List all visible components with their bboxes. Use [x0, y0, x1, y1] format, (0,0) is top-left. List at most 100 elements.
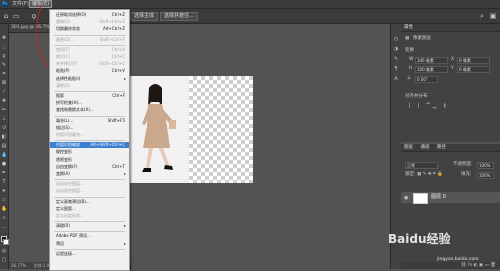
gradient-icon[interactable]: ▤	[1, 143, 7, 149]
menu-item[interactable]: 还原取消选择(O) Ctrl+Z	[50, 12, 129, 18]
layers-footer-icons[interactable]: ⛓ fx ◐ ▣ ▭ 🗑	[401, 262, 500, 269]
menu-item[interactable]: 查找和替换文本(X)...	[50, 107, 129, 113]
menu-item[interactable]: 选择性粘贴(I) ▸	[50, 76, 129, 82]
type-icon[interactable]: T	[1, 179, 7, 185]
layer-row[interactable]: ◉ 图层 0	[401, 192, 500, 204]
tab-paths[interactable]: 路径	[437, 145, 446, 150]
move-tool-icon[interactable]: ✥	[1, 35, 7, 41]
menu-item[interactable]: 剪切(T) Ctrl+X	[50, 47, 129, 53]
layer-type-icon: ▦	[405, 36, 410, 41]
menu-item[interactable]: 拷贝(C) Ctrl+C	[50, 54, 129, 60]
zoom-icon[interactable]: ⌕	[1, 215, 7, 221]
menu-item-label: 描边(S)...	[56, 124, 74, 130]
quick-select-icon[interactable]: ✎	[1, 62, 7, 68]
crop-icon[interactable]: ⌗	[1, 71, 7, 77]
menu-item[interactable]: 定义图案...	[50, 206, 129, 212]
menu-item[interactable]: 合并拷贝(Y) Shift+Ctrl+C	[50, 61, 129, 67]
blend-mode-select[interactable]: 正常	[405, 162, 438, 169]
menu-item-label: 自由变换(F)	[56, 163, 78, 169]
paragraph-panel-icon[interactable]: ¶	[393, 66, 399, 72]
menu-item[interactable]: 描边(S)...	[50, 125, 129, 131]
opacity-field[interactable]: 100%	[477, 162, 494, 169]
lock-label: 锁定:	[405, 172, 416, 177]
fill-label: 填充:	[461, 172, 472, 177]
menu-item[interactable]: 透视变形	[50, 157, 129, 163]
clone-stamp-icon[interactable]: ⊥	[1, 116, 7, 122]
brush-panel-icon[interactable]: ✎	[393, 56, 399, 62]
menu-item[interactable]: 内容识别填充...	[50, 132, 129, 138]
menu-item[interactable]: 搜索 Ctrl+F	[50, 93, 129, 99]
menu-item[interactable]: 自动对齐图层...	[50, 181, 129, 187]
character-panel-icon[interactable]: A	[393, 76, 399, 82]
menu-item[interactable]: 清除(E)	[50, 83, 129, 89]
home-icon[interactable]: ⌂	[2, 12, 10, 20]
menu-item[interactable]: 自由变换(F) Ctrl+T	[50, 164, 129, 170]
quick-mask-icon[interactable]: ◎	[1, 248, 7, 254]
menu-item[interactable]: 定义画笔预设(B)...	[50, 199, 129, 205]
dodge-icon[interactable]: ●	[1, 161, 7, 167]
menu-item-label: 粘贴(P)	[56, 68, 70, 74]
zoom-level[interactable]: 26.77%	[11, 263, 26, 268]
menu-item[interactable]: Adobe PDF 预设...	[50, 233, 129, 239]
menu-item[interactable]: 内容识别缩放 Alt+Shift+Ctrl+C	[50, 142, 129, 149]
menu-item-label: 搜索	[56, 93, 64, 98]
properties-title[interactable]: 属性	[401, 24, 500, 32]
properties-panel: 属性 ▦ 像素图层 变换 W 346 像素 X 0 像素 H 100 像素 Y …	[401, 24, 500, 142]
menu-item[interactable]: 定义自定形状...	[50, 213, 129, 219]
layer-name[interactable]: 图层 0	[431, 194, 446, 201]
menu-item[interactable]: 渐隐(D)... Shift+Ctrl+F	[50, 37, 129, 43]
menu-item-label: 定义自定形状...	[56, 213, 84, 218]
angle-field[interactable]: 0.00°	[415, 76, 438, 83]
fill-field[interactable]: 100%	[477, 172, 494, 179]
marquee-icon[interactable]: ⬚	[1, 44, 7, 50]
x-field[interactable]: 0 像素	[457, 57, 490, 64]
lasso-icon[interactable]: ϙ	[1, 53, 7, 59]
menu-item[interactable]: 自动混合图层...	[50, 188, 129, 194]
eraser-icon[interactable]: ◧	[1, 134, 7, 140]
pen-icon[interactable]: ✒	[1, 170, 7, 176]
menu-item[interactable]: 切换最终状态 Alt+Ctrl+Z	[50, 26, 129, 32]
lock-icons[interactable]: ▦ ✎ ✥ ⌗ 🔒	[417, 172, 443, 178]
width-field[interactable]: 346 像素	[415, 57, 448, 64]
healing-brush-icon[interactable]: ✚	[1, 98, 7, 104]
submenu-arrow-icon: ▸	[123, 223, 126, 229]
menu-item[interactable]: 重做(O) Shift+Ctrl+Z	[50, 19, 129, 25]
history-panel-icon[interactable]: ◴	[393, 36, 399, 42]
marquee-tool-icon[interactable]: ▭	[12, 12, 20, 20]
width-label: W	[409, 57, 414, 62]
menu-item[interactable]: 填充(L)... Shift+F5	[50, 118, 129, 124]
brush-icon[interactable]: ✏	[1, 107, 7, 113]
menu-item[interactable]: 拼写检查(H)...	[50, 100, 129, 106]
tab-channels[interactable]: 通道	[420, 145, 429, 150]
select-subject-button[interactable]: 选择主体	[130, 12, 159, 21]
menu-item[interactable]: 粘贴(P) Ctrl+V	[50, 68, 129, 74]
menu-item-label: 远程连接...	[56, 250, 76, 256]
transparent-region	[189, 76, 253, 183]
menu-item[interactable]: 清理(R) ▸	[50, 223, 129, 229]
menu-item[interactable]: 远程连接...	[50, 251, 129, 257]
align-buttons[interactable]: ▏▕ ▔▁ ⫼	[409, 104, 449, 110]
menu-item[interactable]: 变换(A) ▸	[50, 171, 129, 177]
frame-icon[interactable]: ⊠	[1, 80, 7, 86]
screen-mode-icon[interactable]: ▢	[1, 257, 7, 263]
y-field[interactable]: 0 像素	[457, 66, 490, 73]
menu-item[interactable]: 操控变形	[50, 149, 129, 155]
document-canvas[interactable]	[129, 76, 253, 183]
history-brush-icon[interactable]: ↺	[1, 125, 7, 131]
eyedropper-icon[interactable]: ⁄	[1, 89, 7, 95]
tab-layers[interactable]: 图层	[404, 145, 413, 150]
path-select-icon[interactable]: ➤	[1, 188, 7, 194]
menu-separator	[54, 248, 125, 250]
hand-icon[interactable]: ✋	[1, 206, 7, 212]
menu-item[interactable]: 预设 ▸	[50, 241, 129, 247]
blur-icon[interactable]: 💧	[1, 152, 7, 158]
menu-item-shortcut: Ctrl+X	[111, 46, 125, 52]
visibility-eye-icon[interactable]: ◉	[404, 195, 408, 201]
adjustments-panel-icon[interactable]: ◑	[393, 46, 399, 52]
workspace-icon[interactable]: ▣	[489, 12, 497, 20]
search-icon[interactable]: ⌕	[478, 12, 486, 20]
select-and-mask-button[interactable]: 选择并遮住...	[160, 12, 198, 21]
more-tools-icon[interactable]: …	[1, 224, 7, 230]
height-field[interactable]: 100 像素	[415, 66, 448, 73]
rectangle-icon[interactable]: ▭	[1, 197, 7, 203]
